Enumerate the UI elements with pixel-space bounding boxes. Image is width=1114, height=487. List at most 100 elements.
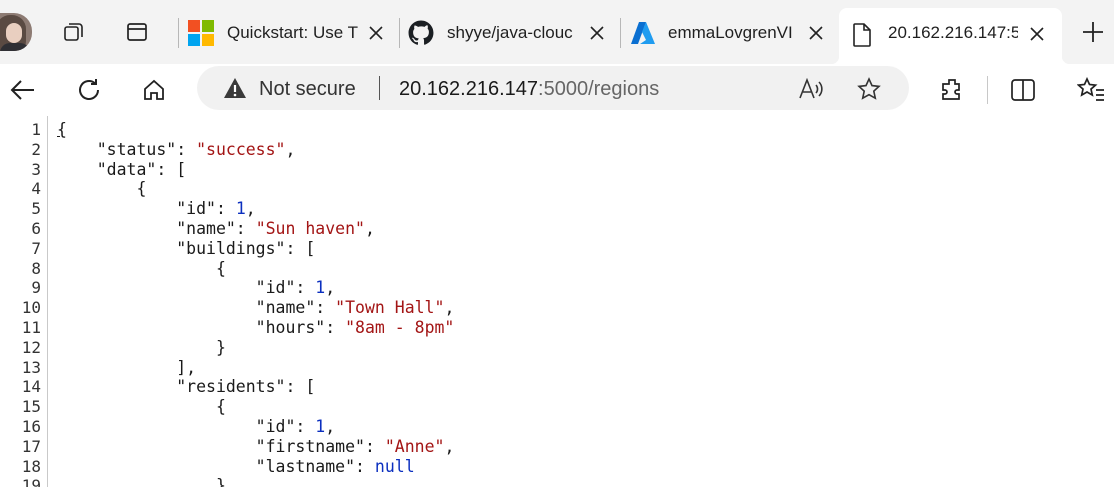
- refresh-icon[interactable]: [70, 71, 108, 109]
- json-line: }: [57, 476, 226, 487]
- json-punctuation: "buildings": [: [57, 238, 316, 258]
- extensions-icon[interactable]: [933, 71, 971, 109]
- json-punctuation: }: [57, 337, 226, 357]
- json-line: "name": "Town Hall",: [57, 298, 455, 318]
- json-string: "Town Hall": [335, 298, 445, 318]
- json-line: "status": "success",: [57, 139, 296, 160]
- line-number: 7: [31, 238, 41, 258]
- json-line: "residents": [: [57, 377, 315, 397]
- line-number: 5: [31, 199, 41, 219]
- json-viewer[interactable]: 1 2 3 4 5 6 7 8 9 10 11 12 13 14 15 16 17 18 19 { "status"…: [0, 116, 1114, 487]
- divider: [379, 76, 380, 100]
- json-line: "firstname": "Anne",: [57, 436, 455, 457]
- json-number: 1: [315, 417, 326, 436]
- json-number: 1: [315, 278, 326, 298]
- tab-title: shyye/java-clouc: [447, 23, 573, 42]
- json-punctuation: "id":: [57, 199, 236, 219]
- address-bar[interactable]: Not secure 20.162.216.147:5000/regions: [197, 66, 909, 110]
- json-punctuation: "name":: [57, 219, 256, 238]
- close-icon[interactable]: [366, 23, 386, 43]
- json-punctuation: "firstname":: [57, 436, 385, 456]
- tab-title: emmaLovgrenVI: [668, 23, 793, 42]
- json-punctuation: ,: [325, 278, 336, 298]
- json-line: "data": [: [57, 160, 186, 180]
- line-number: 9: [31, 278, 41, 298]
- line-number: 15: [21, 397, 41, 417]
- line-number: 10: [21, 298, 41, 318]
- line-number: 18: [21, 456, 41, 476]
- line-number-gutter: 1 2 3 4 5 6 7 8 9 10 11 12 13 14 15 16 17 18 19: [0, 116, 48, 487]
- navigation-toolbar: Not secure 20.162.216.147:5000/regions: [0, 64, 1114, 116]
- url-host: 20.162.216.147: [399, 78, 539, 100]
- json-punctuation: "residents": [: [57, 377, 316, 397]
- line-number: 4: [31, 179, 41, 199]
- json-punctuation: ,: [444, 298, 455, 318]
- json-punctuation: "status":: [57, 139, 197, 159]
- json-punctuation: ,: [245, 199, 256, 219]
- close-icon[interactable]: [806, 23, 826, 43]
- json-punctuation: "id":: [57, 278, 316, 298]
- json-punctuation: "lastname":: [57, 456, 375, 476]
- json-punctuation: ,: [364, 219, 375, 238]
- url-text[interactable]: 20.162.216.147:5000/regions: [399, 78, 659, 101]
- json-string: "Sun haven": [255, 219, 365, 238]
- workspaces-icon[interactable]: [59, 17, 89, 47]
- json-line: "id": 1,: [57, 417, 335, 437]
- home-icon[interactable]: [135, 71, 173, 109]
- line-number: 16: [21, 417, 41, 436]
- tab-regions-active[interactable]: 20.162.216.147:5: [831, 8, 1070, 64]
- split-screen-icon[interactable]: [1004, 71, 1042, 109]
- json-punctuation: "id":: [57, 417, 316, 436]
- microsoft-logo-icon: [188, 20, 214, 46]
- json-null: null: [374, 456, 415, 476]
- json-punctuation: ],: [57, 357, 197, 377]
- line-number: 14: [21, 377, 41, 397]
- json-line: "id": 1,: [57, 278, 335, 298]
- tab-separator: [178, 18, 179, 48]
- json-line: {: [57, 397, 226, 417]
- json-line: {: [57, 120, 67, 140]
- json-punctuation: {: [57, 258, 226, 278]
- line-number: 17: [21, 436, 41, 456]
- warning-icon[interactable]: [223, 77, 247, 99]
- new-tab-icon[interactable]: [1078, 17, 1108, 47]
- line-number: 13: [21, 357, 41, 377]
- line-number: 11: [21, 318, 41, 337]
- tab-strip: Quickstart: Use T shyye/java-clouc emmaL…: [0, 0, 1114, 64]
- back-icon[interactable]: [4, 71, 42, 109]
- json-line: {: [57, 259, 226, 279]
- line-number: 2: [31, 139, 41, 159]
- security-status[interactable]: Not secure: [259, 78, 356, 101]
- close-icon[interactable]: [1027, 24, 1047, 44]
- json-string: "success": [196, 139, 286, 159]
- json-number: 1: [235, 199, 246, 219]
- line-number: 12: [21, 337, 41, 357]
- favorites-icon[interactable]: [1072, 71, 1110, 109]
- tab-github[interactable]: shyye/java-clouc: [408, 16, 618, 50]
- json-line: }: [57, 338, 226, 358]
- tab-separator: [620, 18, 621, 48]
- tab-azure[interactable]: emmaLovgrenVI: [630, 16, 835, 50]
- profile-avatar[interactable]: [0, 13, 32, 51]
- json-line: {: [57, 179, 146, 199]
- read-aloud-icon[interactable]: [797, 76, 825, 102]
- favorite-star-icon[interactable]: [855, 76, 883, 102]
- json-line: "id": 1,: [57, 199, 256, 219]
- json-punctuation: ,: [285, 139, 296, 159]
- json-string: "Anne": [384, 436, 445, 456]
- line-number: 8: [31, 258, 41, 278]
- page-icon: [853, 23, 871, 47]
- json-punctuation: ,: [444, 436, 455, 456]
- close-icon[interactable]: [587, 23, 607, 43]
- line-number: 19: [21, 476, 41, 487]
- json-punctuation: "data": [: [57, 159, 187, 179]
- json-punctuation: {: [57, 397, 226, 417]
- tab-quickstart[interactable]: Quickstart: Use T: [186, 16, 396, 50]
- json-punctuation: "hours":: [57, 318, 346, 337]
- tab-title: Quickstart: Use T: [227, 23, 358, 42]
- github-icon: [408, 20, 434, 45]
- azure-icon: [631, 22, 655, 44]
- tab-actions-icon[interactable]: [122, 17, 152, 47]
- toolbar-divider: [987, 76, 988, 104]
- json-line: "hours": "8am - 8pm": [57, 318, 455, 338]
